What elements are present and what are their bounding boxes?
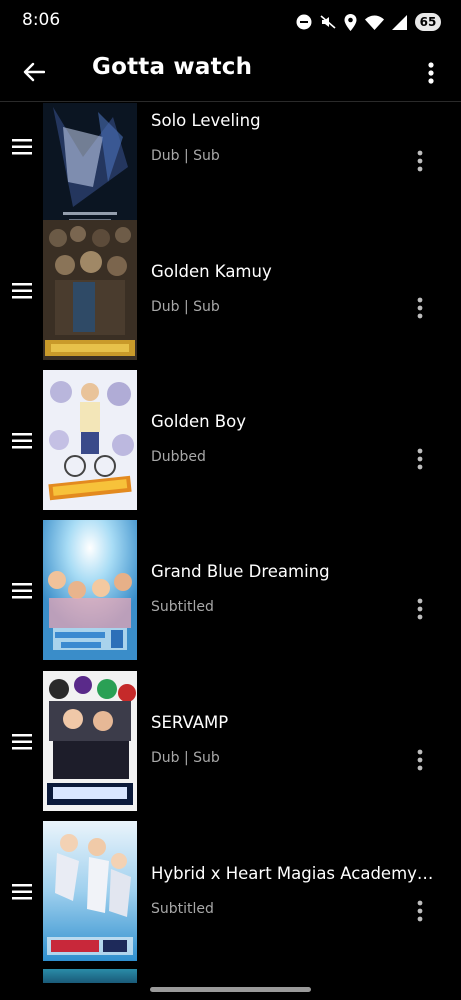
item-subtitle: Subtitled [151,599,214,615]
drag-handle-icon[interactable] [12,433,32,449]
more-vert-icon [417,297,423,319]
item-title: SERVAMP [151,713,229,732]
status-icons: 65 [296,11,441,33]
golden-boy-poster [43,370,137,510]
wifi-icon [365,15,384,30]
golden-kamuy-poster [43,220,137,360]
item-more-button[interactable] [408,443,432,475]
drag-handle-icon[interactable] [12,734,32,750]
item-more-button[interactable] [408,145,432,177]
item-subtitle: Dub | Sub [151,299,220,315]
poster-image[interactable] [43,821,137,961]
drag-handle-icon[interactable] [12,583,32,599]
item-subtitle: Dub | Sub [151,148,220,164]
grand-blue-dreaming-poster [43,520,137,660]
mute-icon [320,15,336,29]
poster-image[interactable] [43,220,137,360]
item-subtitle: Dubbed [151,449,206,465]
status-bar: 8:06 65 [0,0,461,44]
battery-icon: 65 [415,13,441,31]
poster-image[interactable] [43,520,137,660]
item-title: Hybrid x Heart Magias Academy At... [151,864,436,883]
drag-handle-icon[interactable] [12,139,32,155]
drag-handle-icon[interactable] [12,283,32,299]
next-poster-peek [43,969,137,983]
signal-icon [392,14,407,30]
list-item[interactable]: Solo Leveling Dub | Sub [0,103,461,237]
more-vert-icon [428,62,434,84]
more-vert-icon [417,150,423,172]
more-options-button[interactable] [419,56,443,90]
list-item[interactable]: Grand Blue Dreaming Subtitled [0,520,461,670]
item-more-button[interactable] [408,744,432,776]
more-vert-icon [417,598,423,620]
screen: 8:06 65 Gotta watch Solo Leveling Dub | … [0,0,461,1000]
home-indicator[interactable] [150,987,311,992]
item-title: Grand Blue Dreaming [151,562,330,581]
list-item[interactable]: Hybrid x Heart Magias Academy At... Subt… [0,821,461,971]
item-subtitle: Subtitled [151,901,214,917]
more-vert-icon [417,448,423,470]
battery-level: 65 [419,15,437,29]
page-title: Gotta watch [92,54,253,80]
poster-image[interactable] [43,103,137,237]
arrow-back-icon [23,62,45,82]
hybrid-heart-poster [43,821,137,961]
item-title: Golden Kamuy [151,262,272,281]
drag-handle-icon[interactable] [12,884,32,900]
do-not-disturb-icon [296,14,312,30]
location-icon [344,13,357,31]
item-subtitle: Dub | Sub [151,750,220,766]
poster-image[interactable] [43,671,137,811]
back-button[interactable] [18,56,50,88]
more-vert-icon [417,900,423,922]
list-item[interactable]: Golden Kamuy Dub | Sub [0,220,461,370]
solo-leveling-poster [43,103,137,237]
watch-list[interactable]: Solo Leveling Dub | Sub Golden Kamuy Dub… [0,103,461,983]
app-bar: Gotta watch [0,44,461,102]
list-item[interactable]: SERVAMP Dub | Sub [0,670,461,820]
item-more-button[interactable] [408,593,432,625]
item-more-button[interactable] [408,292,432,324]
item-title: Golden Boy [151,412,246,431]
servamp-poster [43,671,137,811]
item-title: Solo Leveling [151,111,261,130]
poster-image[interactable] [43,370,137,510]
more-vert-icon [417,749,423,771]
list-item[interactable]: Golden Boy Dubbed [0,370,461,520]
status-time: 8:06 [22,10,61,30]
item-more-button[interactable] [408,895,432,927]
